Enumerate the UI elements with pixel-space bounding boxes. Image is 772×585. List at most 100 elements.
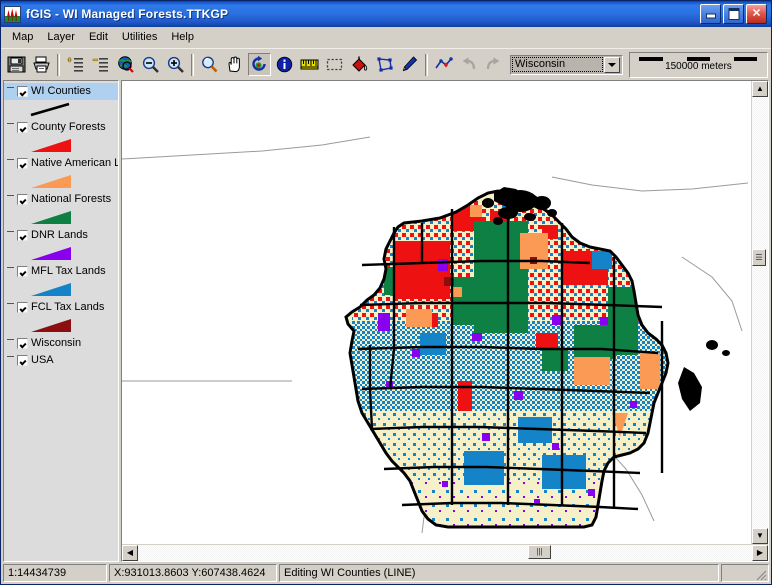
zoom-window-button[interactable] [198,53,221,76]
layer-item-county-forests[interactable]: County Forests [4,119,118,136]
collapse-toggle-icon[interactable] [6,123,15,132]
undo-arrow-icon [462,57,476,70]
vertical-scroll-thumb[interactable]: ☰ [752,249,766,266]
layer-label: MFL Tax Lands [31,265,106,277]
fgis-app-icon [4,5,21,23]
save-button[interactable] [5,53,28,76]
layer-checkbox[interactable] [17,86,28,97]
layer-checkbox[interactable] [17,266,28,277]
marquee-select-icon [326,58,343,71]
layer-checkbox[interactable] [17,338,28,349]
horizontal-scroll-track[interactable]: ||| [138,545,752,561]
collapse-toggle-icon[interactable] [6,159,15,168]
collapse-toggle-icon[interactable] [6,195,15,204]
layer-symbol-fcl-tax-lands [4,316,118,335]
draw-button[interactable] [398,53,421,76]
layer-item-wi-counties[interactable]: WI Counties [4,83,118,100]
chevron-down-icon[interactable] [603,56,620,73]
map-vertical-scrollbar[interactable]: ▲ ☰ ▼ [751,81,768,544]
polygon-symbol-icon [31,211,71,224]
scroll-up-button[interactable]: ▲ [752,81,768,97]
polygon-symbol-icon [31,247,71,260]
redo-arrow-icon [486,57,500,70]
status-coordinates: X:931013.8603 Y:607438.4624 [109,564,277,582]
add-layer-button[interactable] [64,53,87,76]
layer-item-mfl-tax-lands[interactable]: MFL Tax Lands [4,263,118,280]
layer-checkbox[interactable] [17,230,28,241]
layer-symbol-native-american-lands [4,172,118,191]
vertical-scroll-track[interactable]: ☰ [752,97,768,528]
collapse-toggle-icon[interactable] [6,356,15,365]
menu-item-map[interactable]: Map [5,29,40,46]
layer-label: USA [31,354,54,366]
collapse-toggle-icon[interactable] [6,339,15,348]
zoom-out-icon [142,56,159,73]
layer-list: WI Counties County Forests Native Americ… [4,81,118,369]
layer-item-native-american-lands[interactable]: Native American L [4,155,118,172]
toolbar-separator-1 [57,53,60,76]
zoom-full-button[interactable] [114,53,137,76]
remove-layer-button[interactable] [89,53,112,76]
collapse-toggle-icon[interactable] [6,267,15,276]
layer-panel[interactable]: WI Counties County Forests Native Americ… [3,80,119,562]
undo-button[interactable] [457,53,480,76]
zoom-out-button[interactable] [139,53,162,76]
scale-bar-label: 150000 meters [665,61,732,72]
paint-bucket-icon [352,56,368,72]
map-horizontal-scrollbar[interactable]: ◀ ||| ▶ [122,544,768,561]
measure-button[interactable] [298,53,321,76]
layer-symbol-mfl-tax-lands [4,280,118,299]
maximize-button[interactable] [723,4,744,24]
fill-button[interactable] [348,53,371,76]
scroll-left-button[interactable]: ◀ [122,545,138,561]
horizontal-scroll-thumb[interactable]: ||| [528,545,551,559]
pan-button[interactable] [223,53,246,76]
wisconsin-map-graphic [122,81,748,533]
refresh-button[interactable] [248,53,271,76]
redo-button[interactable] [482,53,505,76]
layer-label: FCL Tax Lands [31,301,105,313]
scroll-down-button[interactable]: ▼ [752,528,768,544]
zoom-in-icon [167,56,184,73]
minimize-button[interactable] [700,4,721,24]
print-button[interactable] [30,53,53,76]
identify-button[interactable] [273,53,296,76]
polygon-symbol-icon [31,283,71,296]
layer-checkbox[interactable] [17,158,28,169]
layer-checkbox[interactable] [17,302,28,313]
close-button[interactable]: ✕ [746,4,767,24]
zoom-in-button[interactable] [164,53,187,76]
select-box-button[interactable] [323,53,346,76]
layer-item-national-forests[interactable]: National Forests [4,191,118,208]
project-combobox[interactable]: Wisconsin [510,54,623,75]
menu-item-layer[interactable]: Layer [40,29,82,46]
layer-checkbox[interactable] [17,355,28,366]
scroll-right-button[interactable]: ▶ [752,545,768,561]
window-title: fGIS - WI Managed Forests.TTKGP [26,7,229,21]
menu-item-utilities[interactable]: Utilities [115,29,164,46]
layer-item-fcl-tax-lands[interactable]: FCL Tax Lands [4,299,118,316]
menu-item-edit[interactable]: Edit [82,29,115,46]
menu-bar: Map Layer Edit Utilities Help [1,27,771,48]
printer-icon [33,56,50,73]
layer-checkbox[interactable] [17,122,28,133]
status-bar: 1:14434739 X:931013.8603 Y:607438.4624 E… [1,562,771,584]
collapse-toggle-icon[interactable] [6,231,15,240]
ruler-icon [300,59,319,70]
project-combobox-value[interactable]: Wisconsin [512,57,603,72]
polygon-node-icon [377,57,393,72]
collapse-toggle-icon[interactable] [6,303,15,312]
layer-checkbox[interactable] [17,194,28,205]
scale-bar: 150000 meters [628,51,768,78]
remove-layer-icon [92,58,108,72]
collapse-toggle-icon[interactable] [6,87,15,96]
layer-item-usa[interactable]: USA [4,352,118,369]
node-edit-button[interactable] [373,53,396,76]
layer-item-dnr-lands[interactable]: DNR Lands [4,227,118,244]
edit-line-button[interactable] [432,53,455,76]
layer-symbol-national-forests [4,208,118,227]
layer-item-wisconsin[interactable]: Wisconsin [4,335,118,352]
layer-label: DNR Lands [31,229,88,241]
menu-item-help[interactable]: Help [164,29,201,46]
map-canvas[interactable] [122,81,751,544]
